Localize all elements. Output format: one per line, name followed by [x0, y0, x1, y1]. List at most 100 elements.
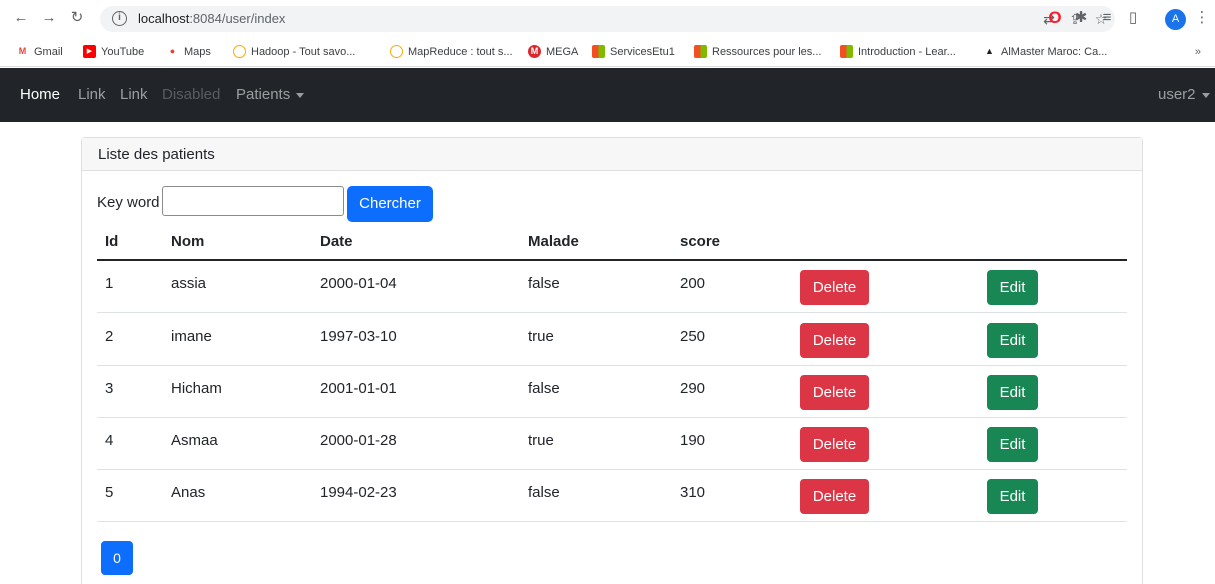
- forward-arrow-icon[interactable]: →: [40, 9, 58, 27]
- nav-home[interactable]: Home: [20, 86, 60, 103]
- cell-date: 1994-02-23: [320, 484, 397, 501]
- site-info-icon[interactable]: i: [112, 11, 127, 26]
- table-row: 2 imane 1997-03-10 true 250 Delete Edit: [97, 314, 1127, 366]
- cell-id: 5: [105, 484, 114, 501]
- url-host: localhost: [138, 11, 190, 26]
- back-arrow-icon[interactable]: ←: [12, 9, 30, 27]
- nav-link-1[interactable]: Link: [78, 86, 106, 103]
- bookmark-site-icon: [233, 45, 246, 58]
- bookmark-hadoop[interactable]: Hadoop - Tout savo...: [233, 45, 355, 58]
- gmail-icon: M: [16, 45, 29, 58]
- address-bar[interactable]: i localhost:8084/user/index ⇄ ⇪ ☆: [100, 6, 1115, 32]
- cell-nom: Anas: [171, 484, 206, 501]
- search-input[interactable]: [162, 186, 344, 216]
- opera-extension-icon[interactable]: O: [1046, 9, 1064, 27]
- url-path: :8084/user/index: [189, 11, 286, 26]
- edit-button[interactable]: Edit: [987, 479, 1038, 514]
- url-text[interactable]: localhost:8084/user/index: [138, 11, 285, 26]
- column-header-date: Date: [320, 233, 353, 250]
- nav-user-label: user2: [1158, 86, 1196, 103]
- cell-date: 1997-03-10: [320, 328, 397, 345]
- bookmark-label: MapReduce : tout s...: [408, 45, 513, 58]
- cell-malade: true: [528, 432, 554, 449]
- cell-nom: Asmaa: [171, 432, 218, 449]
- bookmark-label: YouTube: [101, 45, 145, 58]
- media-list-icon[interactable]: ≡: [1098, 9, 1116, 27]
- bookmark-site-icon: [390, 45, 403, 58]
- cell-nom: Hicham: [171, 380, 222, 397]
- microsoft-icon: [694, 45, 707, 58]
- column-header-malade: Malade: [528, 233, 579, 250]
- table-row: 5 Anas 1994-02-23 false 310 Delete Edit: [97, 470, 1127, 522]
- delete-button[interactable]: Delete: [800, 270, 869, 305]
- microsoft-icon: [592, 45, 605, 58]
- profile-avatar[interactable]: A: [1165, 9, 1186, 30]
- microsoft-icon: [840, 45, 853, 58]
- nav-disabled: Disabled: [162, 86, 221, 103]
- mega-icon: M: [528, 45, 541, 58]
- cell-id: 1: [105, 275, 114, 292]
- bookmark-youtube[interactable]: ▶ YouTube: [83, 45, 144, 58]
- column-header-nom: Nom: [171, 233, 205, 250]
- cell-date: 2000-01-28: [320, 432, 397, 449]
- bookmark-label: Introduction - Lear...: [858, 45, 956, 58]
- bookmark-mega[interactable]: M MEGA: [528, 45, 578, 58]
- table-row: 1 assia 2000-01-04 false 200 Delete Edit: [97, 261, 1127, 313]
- app-navbar: Home Link Link Disabled Patients user2: [0, 68, 1215, 122]
- delete-button[interactable]: Delete: [800, 375, 869, 410]
- bookmark-label: Ressources pour les...: [712, 45, 822, 58]
- bookmark-maps[interactable]: ● Maps: [166, 45, 211, 58]
- bookmark-label: Maps: [184, 45, 211, 58]
- kebab-menu-icon[interactable]: ⋮: [1193, 9, 1211, 27]
- cell-malade: true: [528, 328, 554, 345]
- edit-button[interactable]: Edit: [987, 375, 1038, 410]
- cell-score: 200: [680, 275, 706, 292]
- cell-score: 190: [680, 432, 706, 449]
- bookmark-label: ServicesEtu1: [610, 45, 675, 58]
- bookmarks-overflow-icon[interactable]: »: [1195, 46, 1201, 58]
- cell-malade: false: [528, 275, 560, 292]
- bookmark-introduction[interactable]: Introduction - Lear...: [840, 45, 956, 58]
- chevron-down-icon: [1201, 92, 1210, 98]
- table-row: 3 Hicham 2001-01-01 false 290 Delete Edi…: [97, 366, 1127, 418]
- cell-id: 2: [105, 328, 114, 345]
- delete-button[interactable]: Delete: [800, 323, 869, 358]
- browser-toolbar: ← → ↻ i localhost:8084/user/index ⇄ ⇪ ☆ …: [0, 0, 1215, 38]
- side-panel-icon[interactable]: ▯: [1124, 9, 1142, 27]
- cell-date: 2000-01-04: [320, 275, 397, 292]
- cell-score: 250: [680, 328, 706, 345]
- edit-button[interactable]: Edit: [987, 427, 1038, 462]
- chevron-down-icon: [296, 92, 305, 98]
- delete-button[interactable]: Delete: [800, 427, 869, 462]
- column-header-id: Id: [105, 233, 119, 250]
- search-label: Key word: [97, 194, 160, 211]
- extensions-puzzle-icon[interactable]: ✱: [1072, 9, 1090, 27]
- edit-button[interactable]: Edit: [987, 323, 1038, 358]
- bookmark-label: Gmail: [34, 45, 63, 58]
- reload-icon[interactable]: ↻: [68, 9, 86, 27]
- bookmark-servicesetu1[interactable]: ServicesEtu1: [592, 45, 675, 58]
- pagination-page-button[interactable]: 0: [101, 541, 133, 575]
- column-header-score: score: [680, 233, 721, 250]
- nav-patients-dropdown[interactable]: Patients: [236, 86, 305, 103]
- bookmark-ressources[interactable]: Ressources pour les...: [694, 45, 821, 58]
- bookmark-label: AlMaster Maroc: Ca...: [1001, 45, 1108, 58]
- bookmark-label: MEGA: [546, 45, 579, 58]
- cell-score: 290: [680, 380, 706, 397]
- bookmark-almaster[interactable]: ▲ AlMaster Maroc: Ca...: [983, 45, 1107, 58]
- nav-link-2[interactable]: Link: [120, 86, 148, 103]
- maps-icon: ●: [166, 45, 179, 58]
- card-header: Liste des patients: [82, 138, 1142, 171]
- cell-id: 4: [105, 432, 114, 449]
- cell-malade: false: [528, 484, 560, 501]
- graduation-cap-icon: ▲: [983, 45, 996, 58]
- cell-id: 3: [105, 380, 114, 397]
- edit-button[interactable]: Edit: [987, 270, 1038, 305]
- bookmark-mapreduce[interactable]: MapReduce : tout s...: [390, 45, 513, 58]
- nav-patients-label: Patients: [236, 86, 291, 103]
- nav-user-dropdown[interactable]: user2: [1158, 86, 1210, 103]
- cell-nom: imane: [171, 328, 212, 345]
- delete-button[interactable]: Delete: [800, 479, 869, 514]
- bookmark-gmail[interactable]: M Gmail: [16, 45, 63, 58]
- search-button[interactable]: Chercher: [347, 186, 433, 222]
